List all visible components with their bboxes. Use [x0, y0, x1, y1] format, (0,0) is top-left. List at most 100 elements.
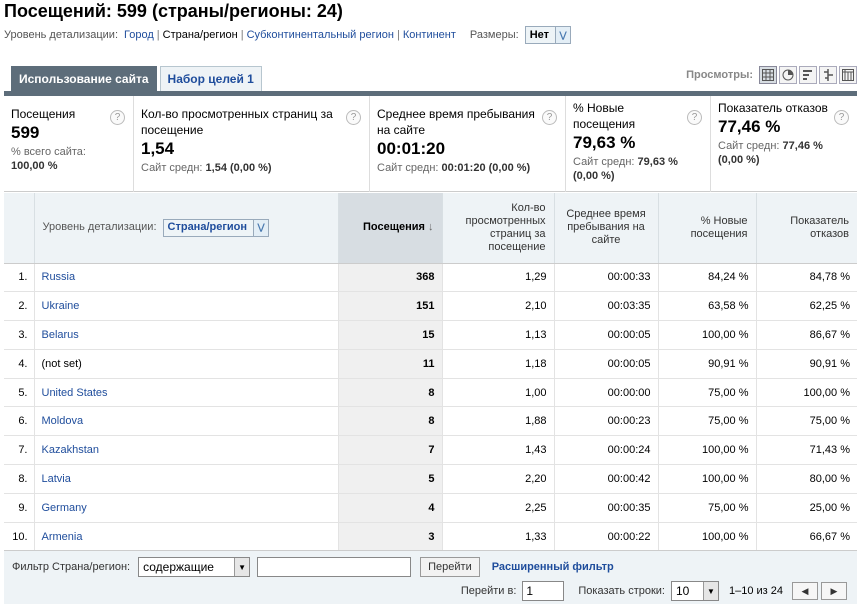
separator: |	[396, 29, 400, 41]
country-link[interactable]: Moldova	[42, 415, 84, 427]
country-link[interactable]: United States	[42, 387, 108, 399]
header-new-visits[interactable]: % Новые посещения	[657, 193, 756, 264]
header-bounce-rate[interactable]: Показатель отказов	[755, 193, 857, 264]
country-link[interactable]: Germany	[42, 502, 87, 514]
cell-new-visits: 84,24 %	[657, 263, 756, 293]
goto-label: Перейти в:	[460, 585, 517, 597]
rows-value: 10	[675, 584, 690, 598]
header-index	[4, 193, 34, 264]
cell-new-visits: 100,00 %	[657, 320, 756, 350]
cell-bounce-rate: 84,78 %	[755, 263, 857, 293]
cell-bounce-rate: 66,67 %	[755, 522, 857, 552]
row-index: 4.	[4, 349, 34, 379]
row-index: 3.	[4, 320, 34, 350]
dropdown-arrow-icon: ▼	[234, 558, 250, 576]
help-icon[interactable]: ?	[687, 110, 702, 125]
summary-panel: Посещения 599 % всего сайта: 100,00 % ? К…	[4, 96, 857, 192]
filter-mode-select[interactable]: содержащие ▼	[138, 557, 251, 577]
country-link[interactable]: Armenia	[42, 531, 83, 543]
country-link[interactable]: Russia	[42, 271, 76, 283]
cell-bounce-rate: 90,91 %	[755, 349, 857, 379]
summary-value: 00:01:20	[377, 139, 446, 158]
summary-avg-time: Среднее время пребывания на сайте 00:01:…	[370, 96, 566, 192]
cell-avg-time: 00:00:00	[553, 378, 658, 408]
row-index: 9.	[4, 493, 34, 523]
cell-pages-per-visit: 2,20	[441, 464, 554, 494]
detail-country-current: Страна/регион	[162, 29, 238, 41]
cell-visits: 5	[337, 464, 442, 494]
help-icon[interactable]: ?	[346, 110, 361, 125]
row-dimension: Latvia	[33, 464, 338, 494]
detail-continent-link[interactable]: Континент	[403, 29, 456, 41]
detail-city-link[interactable]: Город	[124, 29, 154, 41]
tab-goal-set-1[interactable]: Набор целей 1	[159, 66, 262, 91]
next-page-icon[interactable]: ▶	[821, 582, 847, 600]
help-icon[interactable]: ?	[542, 110, 557, 125]
header-pages-per-visit[interactable]: Кол-во просмотренных страниц за посещени…	[441, 193, 554, 264]
dimensions-value: Нет	[529, 29, 550, 41]
summary-sub: Сайт средн: 1,54 (0,00 %)	[141, 162, 272, 174]
filter-input[interactable]	[257, 557, 412, 577]
help-icon[interactable]: ?	[834, 110, 849, 125]
tab-site-usage[interactable]: Использование сайта	[11, 66, 157, 91]
cell-new-visits: 75,00 %	[657, 378, 756, 408]
cell-new-visits: 90,91 %	[657, 349, 756, 379]
table-row: 2. Ukraine 151 2,10 00:03:35 63,58 % 62,25 %	[4, 291, 857, 322]
pie-chart-icon[interactable]	[779, 66, 797, 84]
country-link[interactable]: Ukraine	[42, 300, 80, 312]
page-range: 1–10 из 24	[728, 585, 783, 597]
advanced-filter-link[interactable]: Расширенный фильтр	[492, 561, 614, 573]
country-link[interactable]: Kazakhstan	[42, 444, 99, 456]
dimensions-select[interactable]: Нет ⋁	[524, 26, 572, 44]
table-detail-label: Уровень детализации:	[42, 221, 157, 234]
pivot-icon[interactable]	[839, 66, 857, 84]
pagination-row: Перейти в: 1 Показать строки: 10 ▼ 1–10 …	[461, 580, 847, 602]
cell-avg-time: 00:00:23	[553, 406, 658, 437]
comparison-icon[interactable]	[819, 66, 837, 84]
table-row: 4. (not set) 11 1,18 00:00:05 90,91 % 90,91 %	[4, 349, 857, 379]
cell-bounce-rate: 25,00 %	[755, 493, 857, 523]
country-link[interactable]: Latvia	[42, 473, 71, 485]
table-row: 3. Belarus 15 1,13 00:00:05 100,00 % 86,67 %	[4, 320, 857, 350]
cell-pages-per-visit: 1,29	[441, 263, 554, 293]
row-index: 5.	[4, 378, 34, 408]
cell-visits: 3	[337, 522, 442, 552]
cell-avg-time: 00:00:42	[553, 464, 658, 494]
table-detail-select[interactable]: Страна/регион ⋁	[162, 218, 270, 237]
cell-avg-time: 00:00:24	[553, 435, 658, 466]
row-dimension: Moldova	[33, 406, 338, 437]
header-visits[interactable]: Посещения ↓	[337, 193, 442, 264]
detail-level-bar: Уровень детализации: Город | Страна/реги…	[4, 26, 572, 44]
country-link[interactable]: Belarus	[42, 329, 79, 341]
row-dimension: United States	[33, 378, 338, 408]
table-row: 8. Latvia 5 2,20 00:00:42 100,00 % 80,00 %	[4, 464, 857, 494]
row-index: 10.	[4, 522, 34, 552]
filter-row: Фильтр Страна/регион: содержащие ▼ Перей…	[12, 556, 614, 578]
cell-new-visits: 75,00 %	[657, 493, 756, 523]
row-dimension: Armenia	[33, 522, 338, 552]
filter-go-button[interactable]: Перейти	[420, 557, 480, 577]
cell-visits: 8	[337, 378, 442, 408]
cell-pages-per-visit: 1,00	[441, 378, 554, 408]
header-avg-time[interactable]: Среднее время пребывания на сайте	[553, 193, 658, 264]
table-row: 9. Germany 4 2,25 00:00:35 75,00 % 25,00 %	[4, 493, 857, 523]
summary-label: Кол-во просмотренных страниц за посещени…	[141, 107, 333, 137]
cell-bounce-rate: 80,00 %	[755, 464, 857, 494]
summary-pages-per-visit: Кол-во просмотренных страниц за посещени…	[134, 96, 370, 192]
views-toolbar: Просмотры:	[686, 66, 857, 84]
bar-chart-icon[interactable]	[799, 66, 817, 84]
chevron-down-icon: ⋁	[555, 27, 571, 43]
summary-new-visits: % Новые посещения 79,63 % Сайт средн: 79…	[566, 96, 711, 192]
table-view-icon[interactable]	[759, 66, 777, 84]
detail-subcontinent-link[interactable]: Субконтинентальный регион	[247, 29, 394, 41]
help-icon[interactable]: ?	[110, 110, 125, 125]
row-dimension: Belarus	[33, 320, 338, 350]
rows-select[interactable]: 10 ▼	[670, 581, 719, 601]
views-label: Просмотры:	[686, 69, 753, 81]
goto-input[interactable]: 1	[522, 581, 565, 601]
summary-bounce-rate: Показатель отказов 77,46 % Сайт средн: 7…	[711, 96, 857, 192]
prev-page-icon[interactable]: ◀	[792, 582, 818, 600]
chevron-down-icon: ⋁	[253, 219, 269, 236]
cell-pages-per-visit: 2,25	[441, 493, 554, 523]
table-footer: Фильтр Страна/регион: содержащие ▼ Перей…	[4, 550, 857, 604]
